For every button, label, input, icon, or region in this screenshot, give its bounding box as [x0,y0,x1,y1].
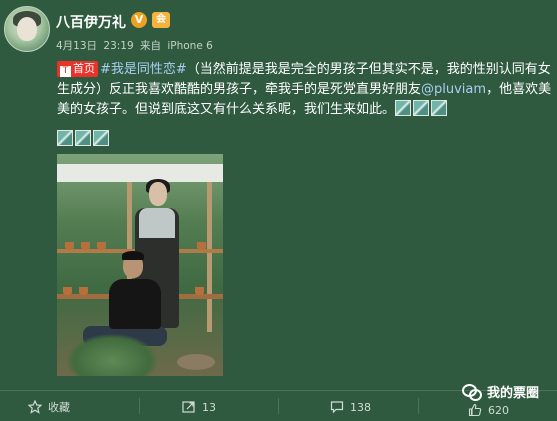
action-separator [278,398,279,414]
collect-button[interactable]: 收藏 [28,398,70,416]
like-count: 620 [488,403,509,417]
member-badge-icon: 会 [152,12,170,28]
photo-person-sitting-hair [122,251,144,260]
action-separator [139,398,140,414]
avatar[interactable] [4,6,50,52]
action-separator [418,398,419,414]
photo-canopy [57,164,223,182]
verified-badge-icon: V [131,12,147,28]
post-meta: 4月13日 23:19 来自 iPhone 6 [56,38,216,53]
repost-button[interactable]: 13 [182,398,216,416]
wechat-logo [462,383,482,401]
repost-count: 13 [202,400,216,414]
photo-pot [63,287,72,295]
emoji-icon [57,130,73,146]
username[interactable]: 八百伊万礼 [56,12,126,32]
photo-planter [177,354,215,370]
post-source: iPhone 6 [167,40,213,52]
post-text: T 首页 #我是同性恋#（当然前提是我是完全的男孩子但其实不是，我的性别认同有女生成… [57,60,555,120]
hashtag-link[interactable]: #我是同性恋# [100,62,187,77]
photo-pot [65,242,74,250]
photo-fern [67,334,157,376]
collect-label: 收藏 [48,401,70,414]
homepage-icon: T [60,66,71,77]
comment-button[interactable]: 138 [330,398,371,416]
emoji-icon [75,130,91,146]
comment-icon [330,401,344,414]
photo-pot [197,242,206,250]
homepage-tag: T 首页 [57,61,98,77]
mention-link[interactable]: @pluviam [421,82,486,97]
like-button[interactable]: 620 [468,401,509,419]
comment-count: 138 [350,400,371,414]
post-date[interactable]: 4月13日 [56,40,97,52]
emoji-icon [431,100,448,116]
photo-person-sitting [109,279,161,329]
photo-person-standing-head [149,182,167,206]
like-icon [468,403,482,417]
photo-pot [79,287,88,295]
emoji-icon [395,100,412,116]
photo-person-standing-shirt [139,208,175,238]
watermark-text: 我的票圈 [487,386,540,401]
emoji-icon [93,130,109,146]
photo-pot [97,242,106,250]
star-icon [28,400,42,414]
homepage-tag-label: 首页 [73,62,95,75]
emoji-row [57,128,111,147]
photo-pot [81,242,90,250]
repost-icon [182,401,195,413]
photo-pot [195,287,204,295]
emoji-icon [413,100,430,116]
post-time[interactable]: 23:19 [103,40,133,52]
wechat-bubble-small [469,388,482,401]
avatar-face [17,17,37,41]
watermark: 我的票圈 [462,382,539,401]
post-source-prefix: 来自 [140,40,161,52]
post-photo[interactable] [57,154,223,376]
photo-frame-post [207,182,212,332]
